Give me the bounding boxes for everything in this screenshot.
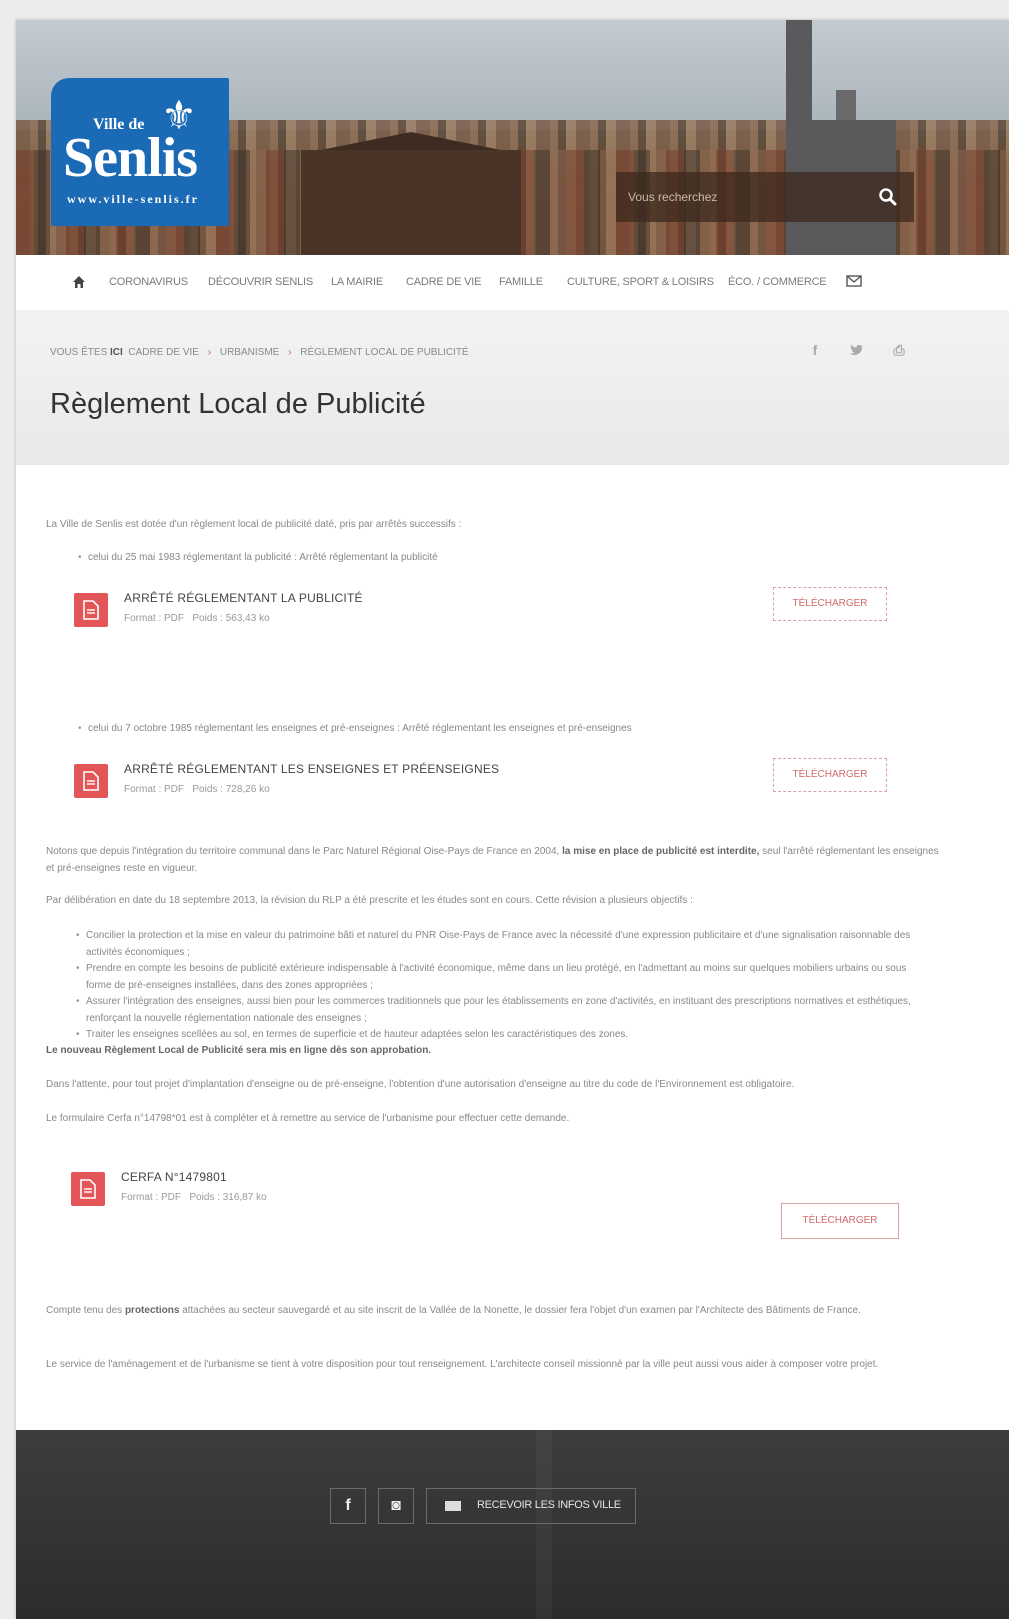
nav-item-cadre-de-vie[interactable]: CADRE DE VIE — [406, 276, 481, 288]
download-button[interactable]: TÉLÉCHARGER — [781, 1203, 899, 1239]
paragraph-text: Compte tenu des — [46, 1305, 123, 1316]
nav-item-decouvrir-senlis[interactable]: DÉCOUVRIR SENLIS — [208, 276, 313, 288]
document-meta: Format : PDF Poids : 316,87 ko — [121, 1192, 267, 1203]
breadcrumb-separator: › — [207, 347, 212, 358]
nav-item-famille[interactable]: FAMILLE — [499, 276, 543, 288]
objective-item: Traiter les enseignes scellées au sol, e… — [76, 1026, 926, 1043]
document-title: ARRÊTÉ RÉGLEMENTANT LA PUBLICITÉ — [124, 591, 363, 605]
twitter-share-icon[interactable] — [842, 335, 872, 365]
search-icon[interactable] — [878, 187, 898, 207]
paragraph-integration: Notons que depuis l'intégration du terri… — [46, 843, 946, 877]
main-nav: CORONAVIRUS DÉCOUVRIR SENLIS LA MAIRIE C… — [16, 255, 1009, 311]
document-format: Format : PDF — [124, 613, 185, 624]
document-size: Poids : 728,26 ko — [192, 784, 270, 795]
document-title: CERFA N°1479801 — [121, 1170, 227, 1184]
footer-instagram-icon[interactable]: ◙ — [378, 1488, 414, 1524]
paragraph-text: attachées au secteur sauvegardé et au si… — [182, 1305, 861, 1316]
download-button[interactable]: TÉLÉCHARGER — [773, 758, 887, 792]
site-logo[interactable]: Ville de ⚜ Senlis www.ville-senlis.fr — [51, 78, 229, 226]
breadcrumb-item-cadre-de-vie[interactable]: CADRE DE VIE — [128, 347, 199, 358]
document-size: Poids : 316,87 ko — [189, 1192, 267, 1203]
page: Ville de ⚜ Senlis www.ville-senlis.fr CO… — [16, 20, 1009, 1619]
newsletter-button[interactable]: RECEVOIR LES INFOS VILLE — [426, 1488, 636, 1524]
bullet-arrete-publicite: celui du 25 mai 1983 réglementant la pub… — [78, 549, 968, 566]
document-item: CERFA N°1479801 Format : PDF Poids : 316… — [71, 1170, 771, 1220]
page-title: Règlement Local de Publicité — [50, 388, 426, 420]
search-box — [616, 172, 914, 222]
paragraph-service: Le service de l'aménagement et de l'urba… — [46, 1359, 879, 1370]
document-size: Poids : 563,43 ko — [192, 613, 270, 624]
bullet-arrete-enseignes: celui du 7 octobre 1985 réglementant les… — [78, 720, 968, 737]
nav-item-coronavirus[interactable]: CORONAVIRUS — [109, 276, 188, 288]
logo-name-text: Senlis — [63, 127, 198, 189]
logo-url-text: www.ville-senlis.fr — [67, 192, 199, 206]
header-banner: Ville de ⚜ Senlis www.ville-senlis.fr — [16, 20, 1009, 255]
facebook-share-icon[interactable]: f — [800, 335, 830, 365]
mail-icon[interactable] — [846, 275, 862, 287]
paragraph-bold-text: la mise en place de publicité est interd… — [562, 846, 760, 857]
objective-item: Concilier la protection et la mise en va… — [76, 927, 926, 961]
paragraph-cerfa: Le formulaire Cerfa n°14798*01 est à com… — [46, 1113, 570, 1124]
paragraph-deliberation: Par délibération en date du 18 septembre… — [46, 895, 693, 906]
home-icon[interactable] — [72, 275, 86, 289]
breadcrumb: VOUS ÊTES ICI CADRE DE VIE › URBANISME ›… — [50, 347, 469, 358]
footer-facebook-icon[interactable]: f — [330, 1488, 366, 1524]
objective-item: Assurer l'intégration des enseignes, aus… — [76, 993, 926, 1027]
document-item: ARRÊTÉ RÉGLEMENTANT LES ENSEIGNES ET PRÉ… — [74, 762, 774, 812]
nav-item-eco-commerce[interactable]: ÉCO. / COMMERCE — [728, 276, 827, 288]
objective-item: Prendre en compte les besoins de publici… — [76, 960, 926, 994]
pdf-file-icon — [74, 593, 108, 627]
breadcrumb-here: ICI — [110, 347, 123, 358]
download-button[interactable]: TÉLÉCHARGER — [773, 587, 887, 621]
page-header: VOUS ÊTES ICI CADRE DE VIE › URBANISME ›… — [16, 310, 1009, 465]
breadcrumb-prefix: VOUS ÊTES — [50, 347, 108, 358]
pdf-file-icon — [74, 764, 108, 798]
breadcrumb-item-urbanisme[interactable]: URBANISME — [220, 347, 279, 358]
newsletter-label: RECEVOIR LES INFOS VILLE — [477, 1499, 621, 1511]
paragraph-waiting: Dans l'attente, pour tout projet d'impla… — [46, 1079, 795, 1090]
pdf-file-icon — [71, 1172, 105, 1206]
document-format: Format : PDF — [124, 784, 185, 795]
envelope-icon — [445, 1501, 461, 1511]
paragraph-bold-text: protections — [124, 1305, 180, 1316]
breadcrumb-separator: › — [288, 347, 292, 358]
footer: f ◙ RECEVOIR LES INFOS VILLE — [16, 1430, 1009, 1619]
print-icon[interactable]: ⎙ — [884, 335, 914, 365]
nav-item-la-mairie[interactable]: LA MAIRIE — [331, 276, 383, 288]
document-item: ARRÊTÉ RÉGLEMENTANT LA PUBLICITÉ Format … — [74, 591, 774, 641]
document-meta: Format : PDF Poids : 563,43 ko — [124, 613, 270, 624]
document-format: Format : PDF — [121, 1192, 182, 1203]
search-input[interactable] — [626, 182, 860, 212]
intro-text: La Ville de Senlis est dotée d'un règlem… — [46, 519, 462, 530]
nav-item-culture-sport-loisirs[interactable]: CULTURE, SPORT & LOISIRS — [567, 276, 714, 288]
paragraph-protections: Compte tenu des protections attachées au… — [46, 1302, 946, 1319]
document-meta: Format : PDF Poids : 728,26 ko — [124, 784, 270, 795]
breadcrumb-item-current: RÈGLEMENT LOCAL DE PUBLICITÉ — [300, 347, 469, 358]
paragraph-text: Notons que depuis l'intégration du terri… — [46, 846, 560, 857]
paragraph-new-rlp: Le nouveau Règlement Local de Publicité … — [46, 1045, 432, 1056]
document-title: ARRÊTÉ RÉGLEMENTANT LES ENSEIGNES ET PRÉ… — [124, 762, 500, 776]
